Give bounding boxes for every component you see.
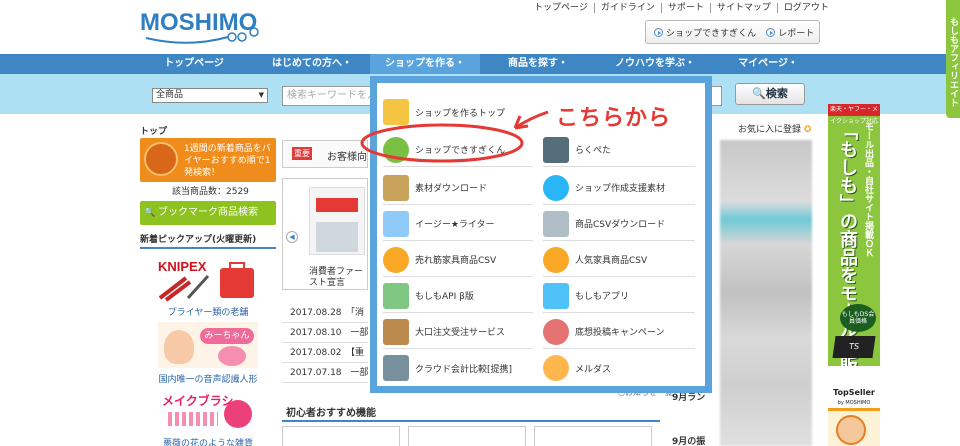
top-link-support[interactable]: サポート <box>662 3 711 13</box>
doll-thumb[interactable]: みーちゃん <box>158 322 258 368</box>
calculator-icon <box>383 355 409 381</box>
dd-item-support-materials[interactable]: ショップ作成支援素材 <box>543 171 695 205</box>
mascot-face-icon <box>836 415 866 445</box>
promo-text: 1週間の新着商品をバイヤーおすすめ順で1発検索！ <box>184 144 271 178</box>
news-row[interactable]: 2017.08.28 「消 <box>282 303 368 323</box>
search-icon: 🔍 <box>752 87 766 100</box>
makeup-label: メイクブラシ <box>162 394 234 408</box>
mail-person-icon <box>543 355 569 381</box>
recommend-card[interactable] <box>282 426 400 446</box>
medal-icon <box>383 246 409 273</box>
news-row[interactable]: 2017.08.02 【重 <box>282 343 368 363</box>
snake-icon <box>543 174 569 201</box>
medal-icon <box>543 246 569 273</box>
star-icon: ✪ <box>803 125 812 135</box>
printer-icon <box>383 210 409 237</box>
recommend-cards <box>282 426 652 446</box>
nav-find-products[interactable]: 商品を探す・ <box>490 54 586 74</box>
dd-item-api-beta[interactable]: もしもAPI β版 <box>383 279 533 313</box>
box-icon <box>383 318 409 345</box>
nav-make-shop[interactable]: ショップを作る・ <box>370 54 480 74</box>
favorite-link[interactable]: お気に入に登録 ✪ <box>738 122 811 135</box>
dd-item-bestseller-furniture-csv[interactable]: 売れ筋家具商品CSV <box>383 243 533 277</box>
top-link-sitemap[interactable]: サイトマップ <box>711 3 778 13</box>
arrow-circle-icon <box>766 27 776 37</box>
dd-item-csv-download[interactable]: 商品CSVダウンロード <box>543 207 695 241</box>
dd-item-materials[interactable]: 素材ダウンロード <box>383 171 533 205</box>
cube-icon <box>543 282 569 309</box>
affiliate-side-tab[interactable]: もしもアフィリエイト <box>946 0 960 118</box>
pickup-caption-2[interactable]: 国内唯一の音声認識人形 <box>140 372 276 385</box>
pickup-caption-3[interactable]: 薔薇の花のような雑貨 <box>140 436 276 446</box>
slider-prev-icon[interactable]: ◀ <box>286 231 298 243</box>
knipex-brand: KNIPEX <box>158 259 207 274</box>
moshimo-logo[interactable]: MOSHIMO <box>138 4 263 46</box>
dd-item-bulk-order[interactable]: 大口注文受注サービス <box>383 315 533 349</box>
top-link-home[interactable]: トップページ <box>528 3 595 13</box>
slide-image[interactable] <box>309 187 365 255</box>
dd-item-meldas[interactable]: メルダス <box>543 351 695 385</box>
dd-item-easy-writer[interactable]: イージー★ライター <box>383 207 533 241</box>
recommend-card[interactable] <box>408 426 526 446</box>
dd-item-app[interactable]: もしもアプリ <box>543 279 695 313</box>
knipex-thumb[interactable]: KNIPEX <box>158 258 258 302</box>
new-arrivals-promo[interactable]: 1週間の新着商品をバイヤーおすすめ順で1発検索！ <box>140 138 276 182</box>
topseller-brand: TopSeller by MOSHIMO <box>828 366 880 406</box>
slide-caption[interactable]: 消費者ファースト宣言 <box>309 267 367 289</box>
sidead-top: 楽天・ヤフー・メイクショップ対応 <box>828 104 880 125</box>
truck-icon: TS <box>832 336 876 358</box>
mascot-side-ad[interactable] <box>828 408 880 446</box>
search-button[interactable]: 🔍検索 <box>735 83 805 105</box>
sidead-badge: もしもDS会員価格 <box>840 304 876 332</box>
header-buttons: ショップできすぎくん レポート <box>645 20 820 44</box>
category-select[interactable]: 全商品 <box>152 88 268 103</box>
logo-text: MOSHIMO <box>140 9 257 36</box>
dd-item-post-campaign[interactable]: 底想投稿キャンペーン <box>543 315 695 349</box>
sidead-line1: モール出品・自社サイト掲載ＯＫ <box>863 122 873 257</box>
dd-item-dekisugi[interactable]: ショップできすぎくん <box>383 133 533 167</box>
page-icon <box>543 136 569 163</box>
product-count: 該当商品数：2529 <box>172 187 249 197</box>
api-icon <box>383 282 409 309</box>
arrow-circle-icon <box>654 27 663 37</box>
pickup-title: 新着ピックアップ(火曜更新) <box>140 232 276 249</box>
top-link-logout[interactable]: ログアウト <box>778 3 835 13</box>
makeup-brush-thumb[interactable]: メイクブラシ <box>158 390 258 434</box>
important-badge: 重要 <box>292 147 312 160</box>
csv-icon <box>543 210 569 237</box>
news-row[interactable]: 2017.08.10 一部 <box>282 323 368 343</box>
bookmark-search-button[interactable]: ブックマーク商品検索 <box>140 201 276 225</box>
image-icon <box>383 174 409 201</box>
shop-dekisugi-button[interactable]: ショップできすぎくん <box>654 26 756 39</box>
nav-knowhow[interactable]: ノウハウを学ぶ・ <box>600 54 710 74</box>
news-row[interactable]: 2017.07.18 一部 <box>282 363 368 383</box>
dd-item-rakupeta[interactable]: らくぺた <box>543 133 695 167</box>
mascot-icon <box>383 136 409 163</box>
doll-label: みーちゃん <box>200 328 254 344</box>
top-link-guideline[interactable]: ガイドライン <box>595 3 662 13</box>
report-button[interactable]: レポート <box>766 26 814 39</box>
breadcrumb: トップ <box>140 127 168 137</box>
topseller-side-ad[interactable]: 楽天・ヤフー・メイクショップ対応 モール出品・自社サイト掲載ＯＫ 「もしも」の商… <box>828 104 880 406</box>
annotation-callout: こちらから <box>556 106 672 131</box>
dd-item-popular-furniture-csv[interactable]: 人気家具商品CSV <box>543 243 695 277</box>
nav-top[interactable]: トップページ <box>150 54 238 74</box>
news-list: 2017.08.28 「消 2017.08.10 一部 2017.08.02 【… <box>282 303 368 383</box>
dd-item-cloud-accounting[interactable]: クラウド会計比較[提携] <box>383 351 533 385</box>
blurred-content <box>720 140 812 446</box>
recommend-card[interactable] <box>534 426 652 446</box>
nav-beginner[interactable]: はじめての方へ・ <box>262 54 362 74</box>
pickup-caption-1[interactable]: プライヤー類の老舗 <box>140 305 276 318</box>
shop-icon <box>383 99 409 125</box>
important-notice-link[interactable]: お客様向 <box>327 148 367 163</box>
top-links: トップページ ガイドライン サポート サイトマップ ログアウト <box>528 3 835 13</box>
beginner-recommend-title: 初心者おすすめ機能 <box>282 404 660 422</box>
feature-slider: ◀ 消費者ファースト宣言 <box>282 178 368 290</box>
pen-icon <box>543 318 569 345</box>
thumbs-up-icon <box>144 142 178 176</box>
transfer-label: 9月の振 <box>672 437 706 446</box>
nav-mypage[interactable]: マイページ・ <box>722 54 814 74</box>
main-nav: トップページ はじめての方へ・ ショップを作る・ 商品を探す・ ノウハウを学ぶ・… <box>0 54 946 74</box>
